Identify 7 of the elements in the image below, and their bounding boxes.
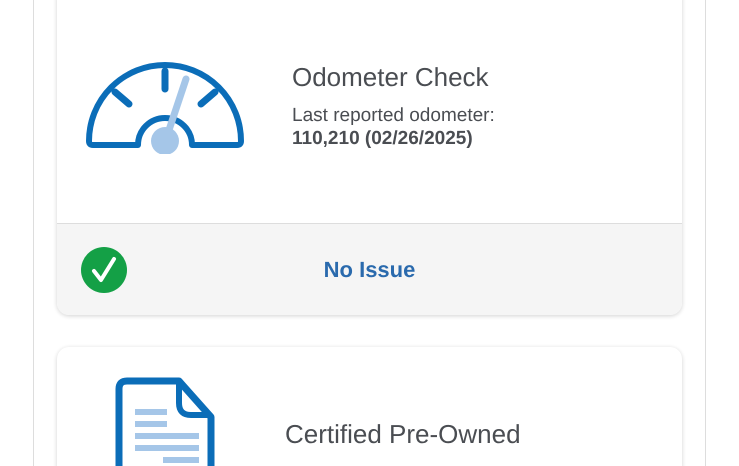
document-icon xyxy=(113,377,217,466)
card-title: Odometer Check xyxy=(292,61,490,94)
card-title: Certified Pre-Owned xyxy=(285,418,521,451)
detail-label: Last reported odometer: xyxy=(292,105,495,128)
status-text: No Issue xyxy=(322,256,416,284)
odometer-value: 110,210 (02/26/2025) xyxy=(292,128,474,151)
check-icon xyxy=(81,246,127,292)
